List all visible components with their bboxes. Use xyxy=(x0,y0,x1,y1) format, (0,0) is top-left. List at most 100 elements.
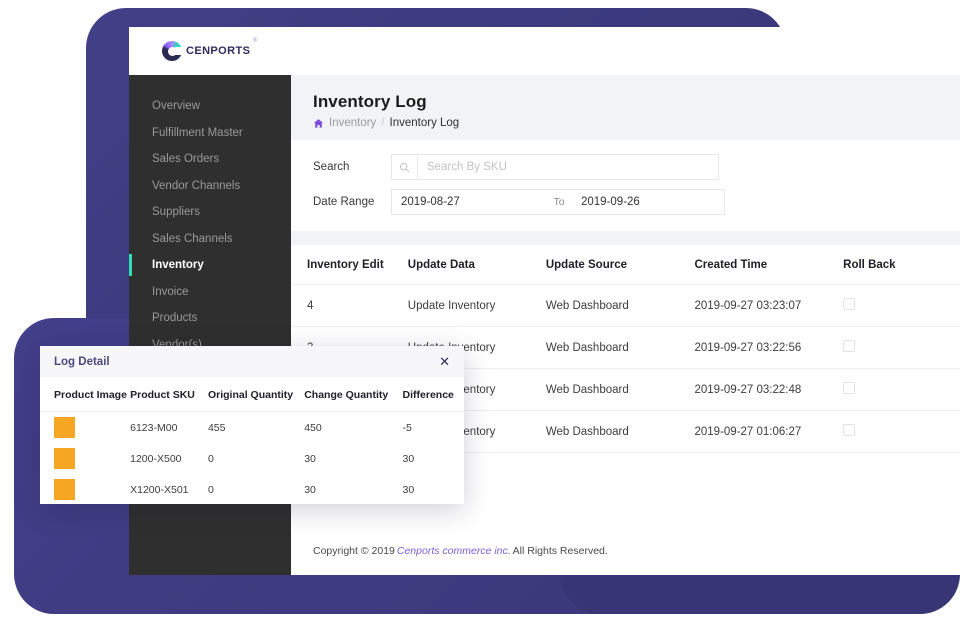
cell-created-time: 2019-09-27 03:22:48 xyxy=(694,368,844,411)
screenshot-stage: CENPORTS ® Overview Fulfillment Master S… xyxy=(0,0,960,629)
column-header-original-quantity: Original Quantity xyxy=(207,377,305,412)
date-from-input[interactable] xyxy=(391,189,546,215)
search-label: Search xyxy=(313,161,350,173)
cell-change-quantity: 30 xyxy=(304,483,316,496)
logo[interactable]: CENPORTS ® xyxy=(162,38,257,61)
date-to-input[interactable] xyxy=(572,189,725,215)
cell-product-image xyxy=(40,474,130,504)
sidebar-item-sales-orders[interactable]: Sales Orders xyxy=(129,146,291,173)
cell-difference: 30 xyxy=(402,483,415,496)
table-head: Inventory Edit Update Data Update Source… xyxy=(291,245,960,285)
breadcrumb-current: Inventory Log xyxy=(389,117,460,129)
close-icon[interactable]: ✕ xyxy=(439,355,450,368)
sidebar-item-vendor-channels[interactable]: Vendor Channels xyxy=(129,173,291,200)
list-item: X1200-X501 0 30 30 xyxy=(40,474,464,504)
cell-change-quantity: 30 xyxy=(304,452,316,465)
sidebar-item-label: Invoice xyxy=(152,285,189,298)
search-icon xyxy=(400,162,410,172)
page-header: Inventory Log Inventory / Inventory Log xyxy=(291,75,960,140)
sidebar-item-label: Fulfillment Master xyxy=(152,126,243,139)
roll-back-checkbox[interactable] xyxy=(843,424,856,436)
column-header-product-sku: Product SKU xyxy=(130,377,208,412)
sidebar-item-label: Products xyxy=(152,312,198,325)
modal-header: Log Detail ✕ xyxy=(40,346,464,377)
product-thumbnail-image xyxy=(54,417,75,438)
date-range-group: To xyxy=(391,189,725,215)
footer-copyright-prefix: Copyright © 2019 xyxy=(313,545,395,557)
sidebar-item-label: Overview xyxy=(152,100,200,113)
sidebar-item-label: Inventory xyxy=(152,259,204,272)
date-range-separator: To xyxy=(546,189,572,215)
modal-table-body: 6123-M00 455 450 -5 1200-X500 0 30 30 X1… xyxy=(40,412,464,505)
sidebar-item-inventory[interactable]: Inventory xyxy=(129,252,291,279)
footer-company-link[interactable]: Cenports commerce inc. xyxy=(397,545,511,557)
product-thumbnail-image xyxy=(54,479,75,500)
modal-title: Log Detail xyxy=(54,355,110,368)
sidebar-item-products[interactable]: Products xyxy=(129,305,291,332)
list-item: 1200-X500 0 30 30 xyxy=(40,443,464,474)
column-header-inventory-edit[interactable]: Inventory Edit xyxy=(291,245,408,285)
roll-back-checkbox[interactable] xyxy=(843,298,856,310)
sidebar-item-invoice[interactable]: Invoice xyxy=(129,279,291,306)
cell-original-quantity: 0 xyxy=(207,452,214,465)
roll-back-checkbox[interactable] xyxy=(843,340,856,352)
cell-product-sku: X1200-X501 xyxy=(130,483,189,496)
page-title: Inventory Log xyxy=(313,92,427,111)
cell-update-source: Web Dashboard xyxy=(545,326,695,369)
date-range-label: Date Range xyxy=(313,196,375,208)
footer: Copyright © 2019 Cenports commerce inc. … xyxy=(291,527,960,575)
product-thumbnail-image xyxy=(54,448,75,469)
column-header-created-time[interactable]: Created Time xyxy=(694,245,844,285)
column-header-change-quantity: Change Quantity xyxy=(304,377,403,412)
log-detail-table: Product Image Product SKU Original Quant… xyxy=(40,377,464,504)
date-range-row: Date Range To xyxy=(313,189,960,215)
cenports-circle-logo-icon xyxy=(162,41,183,61)
list-item: 6123-M00 455 450 -5 xyxy=(40,412,464,444)
log-detail-modal: Log Detail ✕ Product Image Product SKU O… xyxy=(40,346,464,504)
cell-created-time: 2019-09-27 03:23:07 xyxy=(694,284,844,327)
cell-difference: -5 xyxy=(402,421,412,434)
footer-copyright-suffix: All Rights Reserved. xyxy=(512,545,608,557)
column-header-product-image: Product Image xyxy=(40,377,131,412)
cell-inventory-edit: 4 xyxy=(291,284,408,327)
column-header-update-data[interactable]: Update Data xyxy=(407,245,546,285)
cell-roll-back xyxy=(843,368,960,411)
sidebar-item-overview[interactable]: Overview xyxy=(129,93,291,120)
cell-original-quantity: 0 xyxy=(207,483,214,496)
modal-table-head: Product Image Product SKU Original Quant… xyxy=(40,377,464,412)
cell-roll-back xyxy=(843,326,960,369)
cell-change-quantity: 450 xyxy=(304,421,322,434)
table-header-row: Inventory Edit Update Data Update Source… xyxy=(291,245,960,285)
cell-created-time: 2019-09-27 03:22:56 xyxy=(694,326,844,369)
column-header-roll-back[interactable]: Roll Back xyxy=(843,245,960,285)
roll-back-checkbox[interactable] xyxy=(843,382,856,394)
logo-text: CENPORTS xyxy=(186,45,251,57)
breadcrumb-parent[interactable]: Inventory xyxy=(329,117,376,129)
sidebar-item-suppliers[interactable]: Suppliers xyxy=(129,199,291,226)
cell-product-sku: 1200-X500 xyxy=(130,452,182,465)
sidebar-item-label: Sales Channels xyxy=(152,232,233,245)
sidebar-item-sales-channels[interactable]: Sales Channels xyxy=(129,226,291,253)
cell-update-source: Web Dashboard xyxy=(545,368,695,411)
filter-panel: Search Date Range xyxy=(291,140,960,231)
cell-created-time: 2019-09-27 01:06:27 xyxy=(694,410,844,453)
cell-difference: 30 xyxy=(402,452,415,465)
column-header-difference: Difference xyxy=(402,377,464,412)
search-input[interactable] xyxy=(417,154,719,180)
modal-header-row: Product Image Product SKU Original Quant… xyxy=(40,377,464,412)
trademark-symbol: ® xyxy=(252,38,258,44)
breadcrumb-separator: / xyxy=(381,117,385,129)
cell-product-image xyxy=(40,443,130,474)
sidebar-item-fulfillment-master[interactable]: Fulfillment Master xyxy=(129,120,291,147)
sidebar-item-label: Suppliers xyxy=(152,206,200,219)
search-icon-box[interactable] xyxy=(391,154,417,180)
search-field-group xyxy=(391,154,719,180)
table-row[interactable]: 4 Update Inventory Web Dashboard 2019-09… xyxy=(291,284,960,327)
cell-product-sku: 6123-M00 xyxy=(130,421,178,434)
breadcrumb: Inventory / Inventory Log xyxy=(313,117,960,129)
cell-update-data: Update Inventory xyxy=(407,284,546,327)
cell-product-image xyxy=(40,412,130,444)
cell-update-source: Web Dashboard xyxy=(545,410,695,453)
column-header-update-source[interactable]: Update Source xyxy=(545,245,695,285)
cell-update-source: Web Dashboard xyxy=(545,284,695,327)
